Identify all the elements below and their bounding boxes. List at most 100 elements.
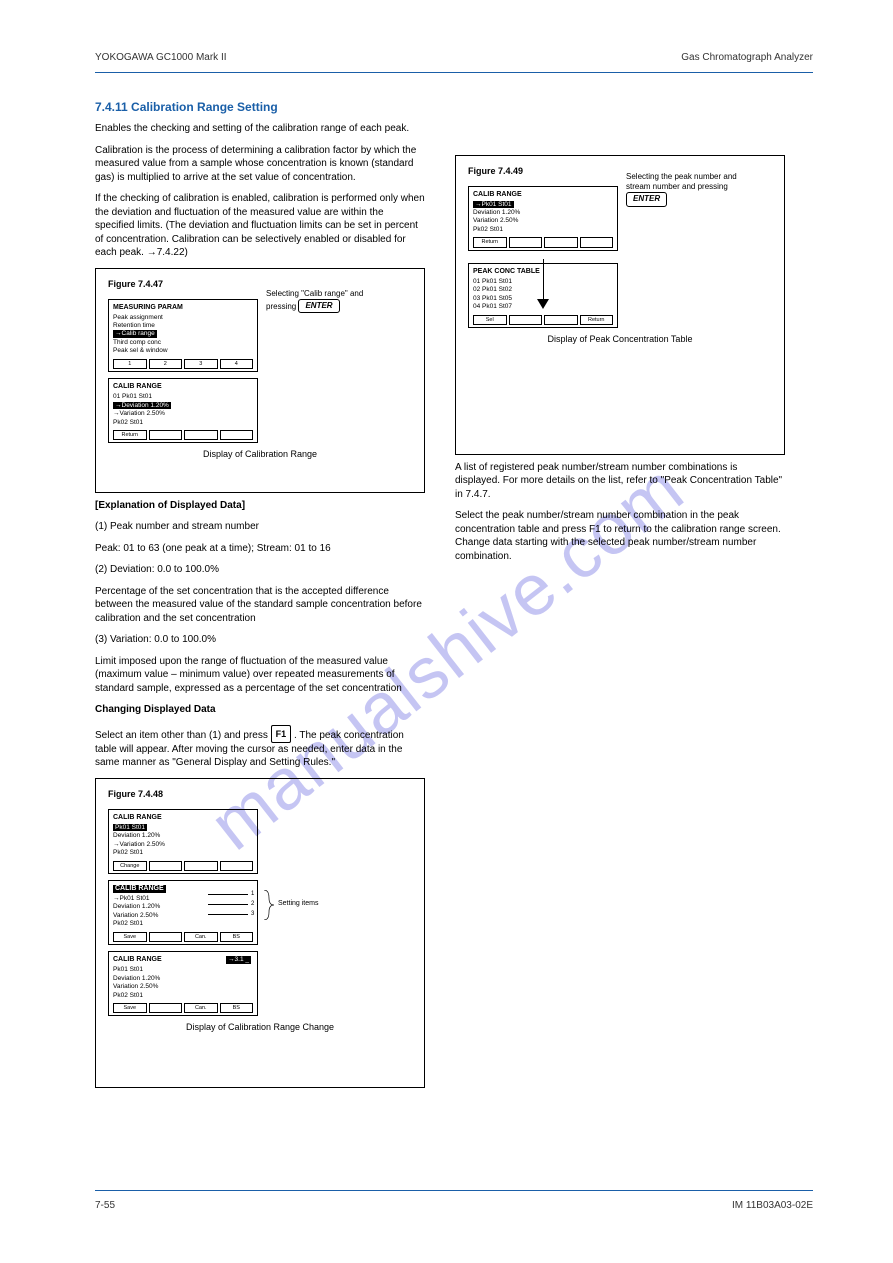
lcd-title: MEASURING PARAM <box>113 304 253 312</box>
lcd-tab <box>544 315 578 325</box>
brace-icon <box>263 890 275 923</box>
lcd-tab <box>149 861 183 871</box>
footer-page: 7-55 <box>95 1200 115 1211</box>
lcd-line: Retention time <box>113 322 253 329</box>
lcd-title: CALIB RANGE <box>113 885 166 893</box>
section-heading: 7.4.11 Calibration Range Setting <box>95 100 425 114</box>
lcd-line: Pk02 St01 <box>113 992 253 999</box>
lcd-title: CALIB RANGE <box>113 383 253 391</box>
header-left: YOKOGAWA GC1000 Mark II <box>95 52 227 63</box>
fig-annotation: Selecting the peak number and stream num… <box>626 172 746 207</box>
desc-3-h: (3) Variation: 0.0 to 100.0% <box>95 633 425 647</box>
lcd-tab: Return <box>580 315 614 325</box>
lcd-tab: Sel <box>473 315 507 325</box>
lcd-tab <box>220 861 254 871</box>
lcd-line: →Pk01 St01 <box>113 895 253 902</box>
lcd-line: Deviation 1.20% <box>113 832 253 839</box>
fig-title: Display of Calibration Range <box>108 449 412 459</box>
right-intro <box>455 135 785 149</box>
para-intro-1: Enables the checking and setting of the … <box>95 122 425 136</box>
brace-num: 1 <box>251 891 254 897</box>
lcd-title: CALIB RANGE <box>473 191 613 199</box>
figure-7-4-48: Figure 7.4.48 CALIB RANGE Pk01 St01 Devi… <box>95 778 425 1088</box>
enter-key-icon: ENTER <box>626 192 667 206</box>
lcd-tab <box>149 932 183 942</box>
lcd-line: 01 Pk01 St01 <box>473 278 613 285</box>
lcd-selected: →Deviation 1.20% <box>113 402 171 409</box>
lcd-line: Peak assignment <box>113 314 253 321</box>
desc-2-h: (2) Deviation: 0.0 to 100.0% <box>95 563 425 577</box>
lcd-tab <box>544 237 578 247</box>
fig-title: Display of Calibration Range Change <box>108 1022 412 1032</box>
lcd-tab: BS <box>220 1003 254 1013</box>
lcd-tab: BS <box>220 932 254 942</box>
brace-num: 2 <box>251 901 254 907</box>
fig-title: Display of Peak Concentration Table <box>468 334 772 344</box>
desc-1-b: Peak: 01 to 63 (one peak at a time); Str… <box>95 542 425 556</box>
lcd-line: Variation 2.50% <box>473 217 613 224</box>
desc-head: [Explanation of Displayed Data] <box>95 499 425 513</box>
lcd-calib-change-1: CALIB RANGE Pk01 St01 Deviation 1.20% →V… <box>108 809 258 874</box>
lcd-line: →Variation 2.50% <box>113 841 253 848</box>
footer-rule <box>95 1190 813 1191</box>
lcd-line: Pk02 St01 <box>113 419 253 426</box>
lcd-tab: Return <box>113 430 147 440</box>
para-intro-3: If the checking of calibration is enable… <box>95 192 425 260</box>
lcd-title: CALIB RANGE <box>113 814 253 822</box>
lcd-line: Deviation 1.20% <box>113 975 253 982</box>
para-intro-2: Calibration is the process of determinin… <box>95 144 425 185</box>
lcd-measuring-param: MEASURING PARAM Peak assignment Retentio… <box>108 299 258 373</box>
lcd-calib-change-3: CALIB RANGE Pk01 St01 →3.1 _ Deviation 1… <box>108 951 258 1016</box>
lcd-line: Pk02 St01 <box>473 226 613 233</box>
anno-line <box>208 914 248 915</box>
lcd-selected: →Calib range <box>113 330 157 337</box>
desc-3-b: Limit imposed upon the range of fluctuat… <box>95 655 425 696</box>
lcd-calib-range: CALIB RANGE 01 Pk01 St01 →Deviation 1.20… <box>108 378 258 443</box>
lcd-tab: Change <box>113 861 147 871</box>
lcd-tab: 2 <box>149 359 183 369</box>
lcd-calib-change-2: CALIB RANGE →Pk01 St01 Deviation 1.20% V… <box>108 880 258 945</box>
lcd-tab <box>149 1003 183 1013</box>
lcd-line: Pk02 St01 <box>113 920 253 927</box>
header-right: Gas Chromatograph Analyzer <box>681 52 813 63</box>
desc-2-b: Percentage of the set concentration that… <box>95 585 425 626</box>
right-tail-p: Select the peak number/stream number com… <box>455 509 785 563</box>
lcd-calib-range-r: CALIB RANGE →Pk01 St01 Deviation 1.20% V… <box>468 186 618 251</box>
lcd-tab: Save <box>113 1003 147 1013</box>
lcd-peak-conc-table: PEAK CONC TABLE 01 Pk01 St01 02 Pk01 St0… <box>468 263 618 328</box>
lcd-title: PEAK CONC TABLE <box>473 268 613 276</box>
enter-key-icon: ENTER <box>298 299 339 313</box>
lcd-tab <box>184 430 218 440</box>
lcd-selected: →Pk01 St01 <box>473 201 514 208</box>
change-heading: Changing Displayed Data <box>95 703 425 717</box>
right-under-p: A list of registered peak number/stream … <box>455 461 785 502</box>
lcd-entry: →3.1 _ <box>226 956 251 963</box>
lcd-tab: 1 <box>113 359 147 369</box>
lcd-line: Deviation 1.20% <box>473 209 613 216</box>
lcd-line: 04 Pk01 St07 <box>473 303 613 310</box>
lcd-tab <box>509 315 543 325</box>
lcd-tab <box>184 861 218 871</box>
anno-text: Selecting the peak number and stream num… <box>626 172 737 191</box>
change-text: Select an item other than (1) and press <box>95 730 271 741</box>
lcd-tab: 3 <box>184 359 218 369</box>
lcd-line: 01 Pk01 St01 <box>113 393 253 400</box>
lcd-tab <box>509 237 543 247</box>
lcd-line: →Variation 2.50% <box>113 410 253 417</box>
lcd-tab <box>220 430 254 440</box>
fig-caption: Figure 7.4.48 <box>108 789 412 799</box>
lcd-line: Pk01 St01 <box>113 966 253 973</box>
header-rule <box>95 72 813 73</box>
lcd-tab: Save <box>113 932 147 942</box>
fig-caption: Figure 7.4.47 <box>108 279 412 289</box>
lcd-tab: Can. <box>184 1003 218 1013</box>
brace-num: 3 <box>251 911 254 917</box>
lcd-tab <box>149 430 183 440</box>
lcd-tab <box>580 237 614 247</box>
figure-7-4-49: Figure 7.4.49 CALIB RANGE →Pk01 St01 Dev… <box>455 155 785 455</box>
lcd-line: Pk02 St01 <box>113 849 253 856</box>
lcd-line: 03 Pk01 St05 <box>473 295 613 302</box>
lcd-selected: Pk01 St01 <box>113 824 147 831</box>
change-para: Select an item other than (1) and press … <box>95 725 425 770</box>
brace-label: Setting items <box>278 900 318 907</box>
